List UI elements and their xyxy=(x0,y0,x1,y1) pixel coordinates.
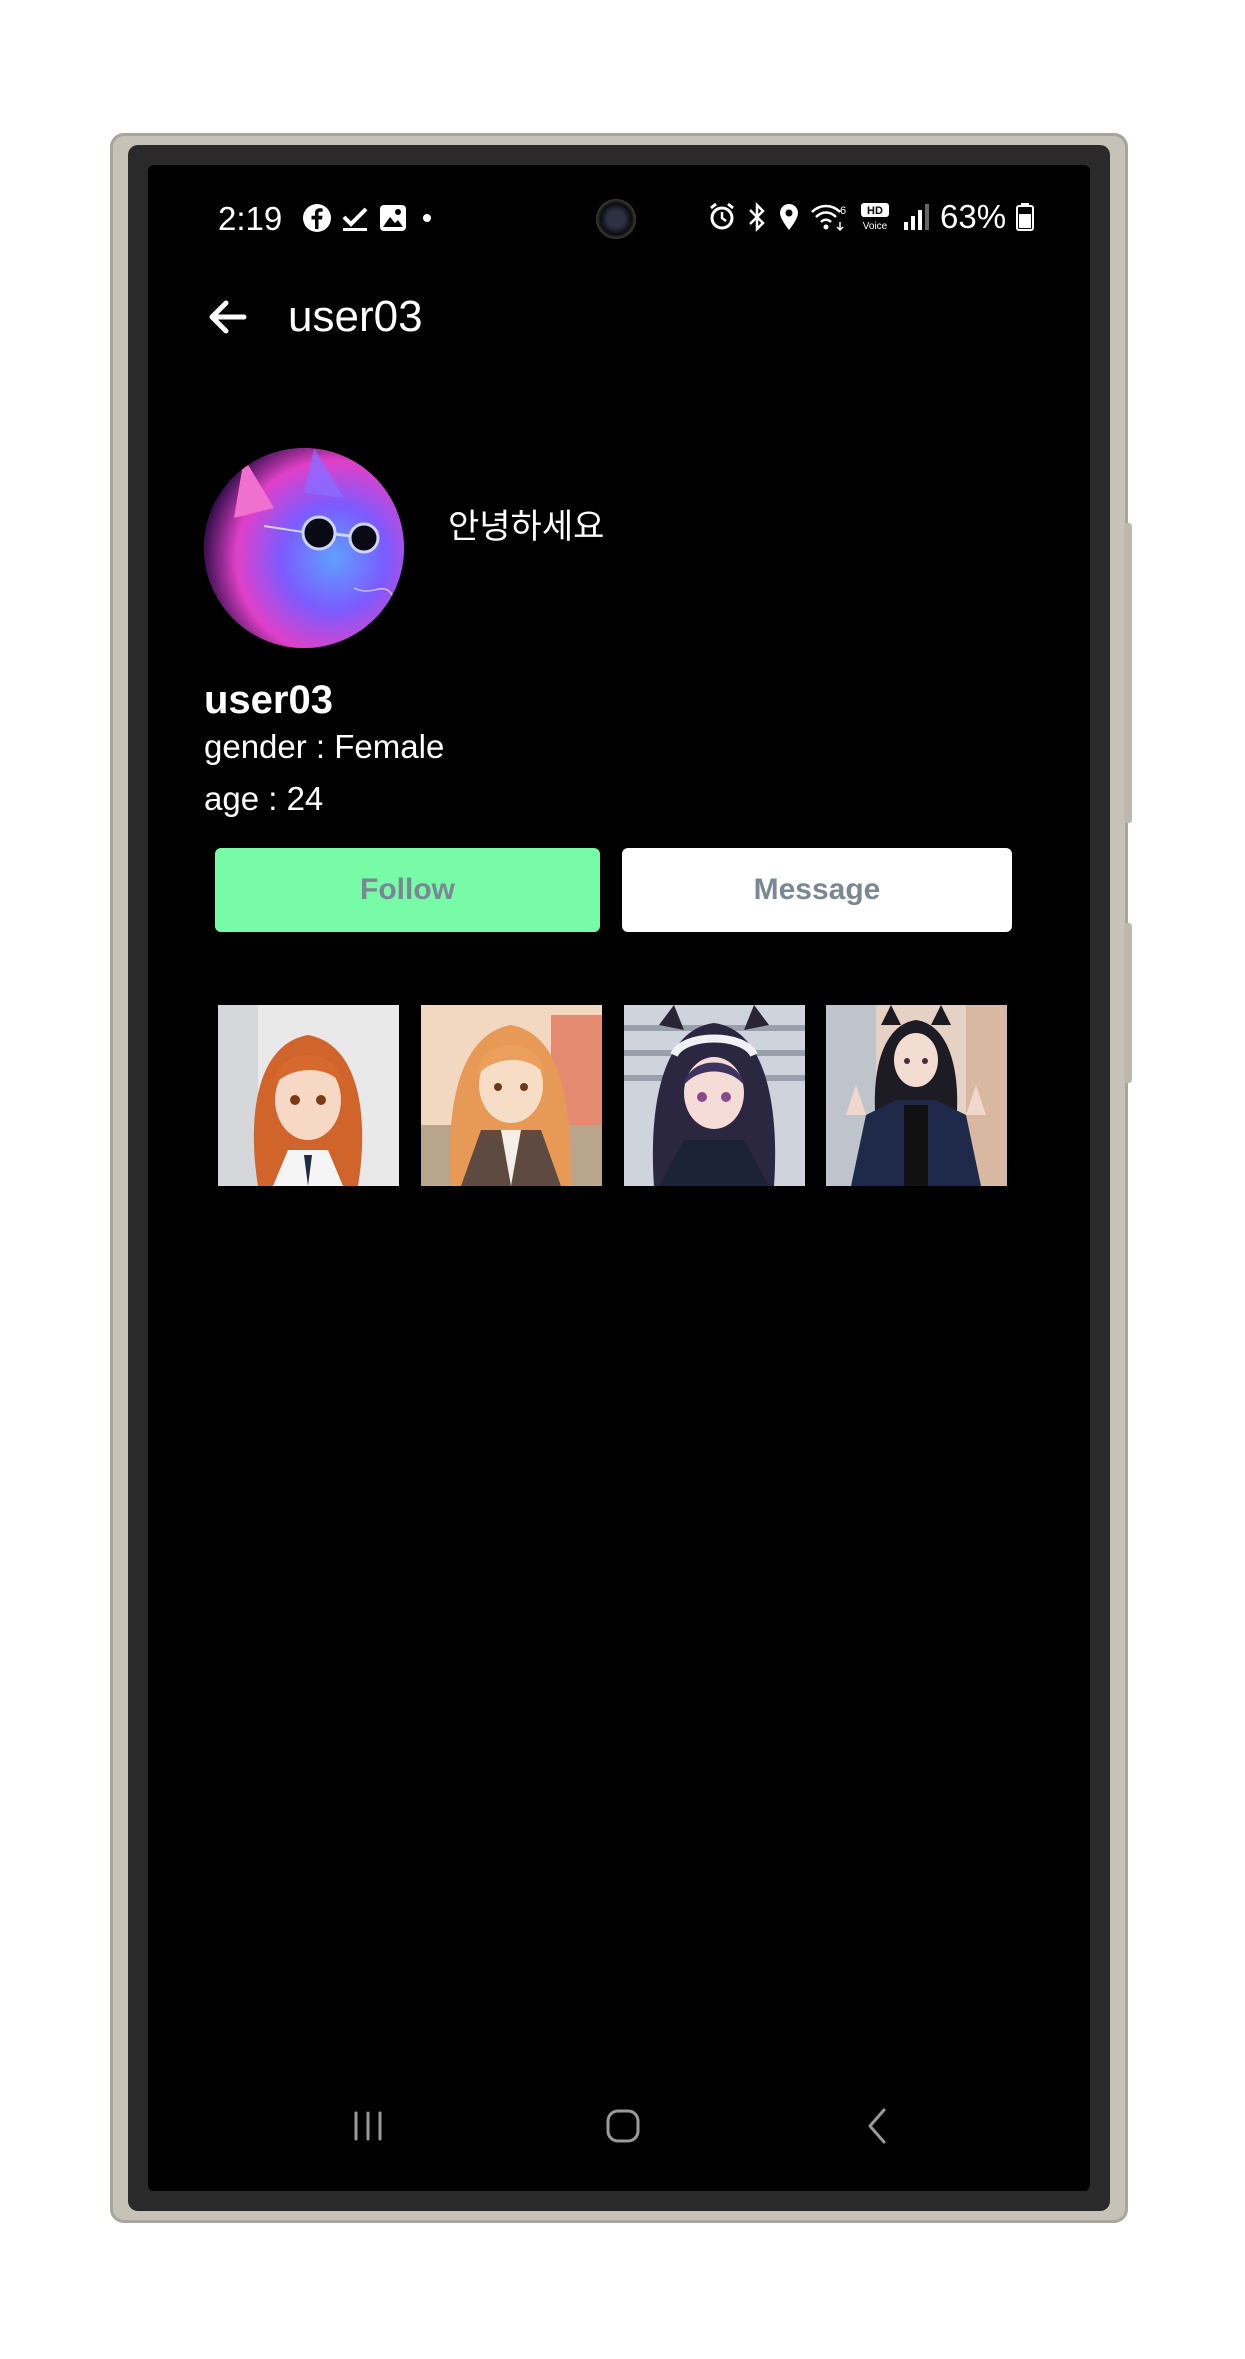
profile-age: age : 24 xyxy=(204,780,324,817)
location-icon xyxy=(780,204,798,230)
wifi-6-icon: 6 xyxy=(811,204,846,232)
gallery-icon xyxy=(380,205,406,231)
hd-text: HD xyxy=(867,205,883,217)
volume-button xyxy=(1124,523,1132,823)
battery-percent: 63% xyxy=(940,198,1007,235)
navigation-bar xyxy=(148,2071,1090,2191)
phone-bezel: 2:19 6 HD Voice 63% user03 안녕하세요 user03 … xyxy=(128,145,1110,2211)
home-icon[interactable] xyxy=(593,2096,653,2156)
back-icon[interactable] xyxy=(848,2096,908,2156)
phone-frame: 2:19 6 HD Voice 63% user03 안녕하세요 user03 … xyxy=(110,133,1132,2223)
wifi-badge: 6 xyxy=(840,205,846,217)
status-icons: 6 HD Voice 63% xyxy=(708,195,1035,239)
signal-icon xyxy=(904,204,929,230)
cat-avatar-image xyxy=(204,448,404,648)
alarm-icon xyxy=(710,202,734,230)
power-button xyxy=(1124,923,1132,1083)
screen: 2:19 6 HD Voice 63% user03 안녕하세요 user03 … xyxy=(148,165,1090,2191)
voice-text: Voice xyxy=(863,221,888,232)
back-arrow-button[interactable] xyxy=(198,287,258,347)
battery-icon xyxy=(1016,203,1035,231)
page-title: user03 xyxy=(288,292,423,341)
thumbnail-image xyxy=(421,1005,602,1186)
profile-gender: gender : Female xyxy=(204,728,445,765)
recent-apps-icon[interactable] xyxy=(338,2096,398,2156)
thumbnail-image xyxy=(218,1005,399,1186)
status-time: 2:19 xyxy=(218,200,283,237)
follow-button[interactable]: Follow xyxy=(215,848,600,932)
checkmark-icon xyxy=(342,207,368,231)
facebook-icon xyxy=(303,204,331,232)
dot-icon xyxy=(423,214,431,222)
front-camera xyxy=(596,199,636,239)
hd-voice-icon: HD Voice xyxy=(861,203,889,232)
thumbnail-image xyxy=(826,1005,1007,1186)
gallery-thumbnail[interactable] xyxy=(624,1005,805,1186)
avatar[interactable] xyxy=(204,448,404,648)
thumbnail-image xyxy=(624,1005,805,1186)
profile-bio: 안녕하세요 xyxy=(448,508,605,546)
profile-username: user03 xyxy=(204,678,333,722)
gallery-thumbnail[interactable] xyxy=(826,1005,1007,1186)
bluetooth-icon xyxy=(749,202,765,232)
status-bar: 2:19 6 HD Voice 63% xyxy=(148,165,1090,245)
gallery-thumbnail[interactable] xyxy=(218,1005,399,1186)
message-button[interactable]: Message xyxy=(622,848,1012,932)
gallery-thumbnail[interactable] xyxy=(421,1005,602,1186)
